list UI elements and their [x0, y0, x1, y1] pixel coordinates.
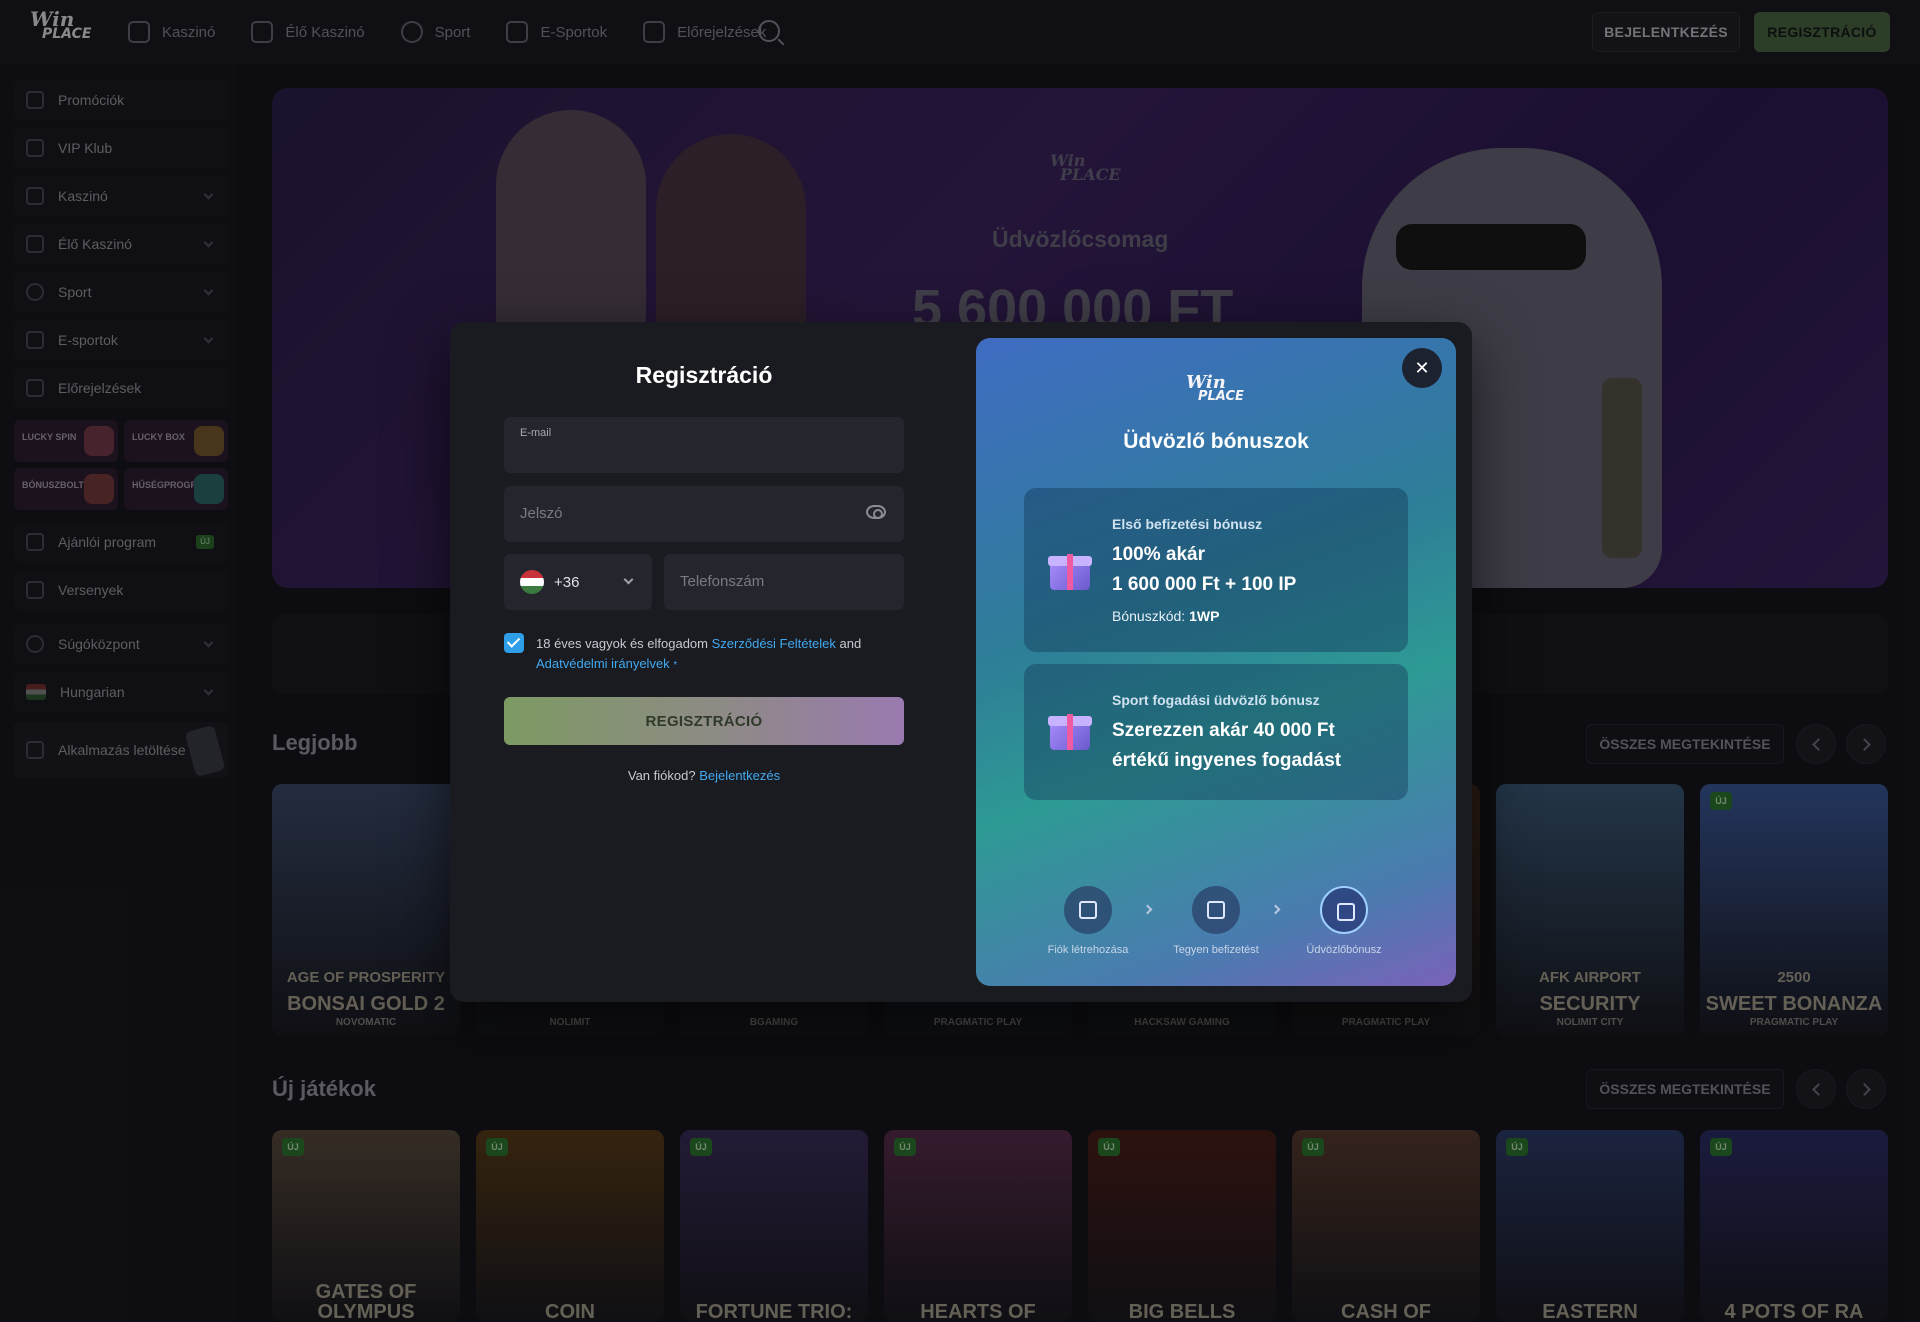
password-placeholder: Jelszó — [520, 505, 563, 522]
bonus-code: Bónuszkód: 1WP — [1112, 608, 1219, 624]
privacy-policy-link[interactable]: Adatvédelmi irányelvek — [536, 656, 670, 671]
email-label: E-mail — [520, 427, 552, 439]
have-account-label: Van fiókod? — [627, 768, 696, 783]
hungary-flag-icon — [520, 570, 544, 594]
bonus-kicker: Első befizetési bónusz — [1112, 516, 1263, 532]
submit-registration-button[interactable]: REGISZTRÁCIÓ — [504, 697, 904, 745]
bonus-line1: Szerezzen akár 40 000 Ft — [1112, 720, 1335, 741]
terms-and: and — [839, 636, 862, 651]
bonus-logo-line2: PLACE — [1198, 389, 1244, 404]
terms-prefix: 18 éves vagyok és elfogadom — [536, 636, 708, 651]
required-marker: * — [673, 660, 678, 671]
gift-icon — [1048, 550, 1092, 590]
email-field[interactable]: E-mail — [504, 417, 904, 473]
eye-icon[interactable] — [866, 505, 886, 519]
bonus-kicker: Sport fogadási üdvözlő bónusz — [1112, 692, 1320, 708]
chevron-right-icon — [1270, 904, 1281, 915]
wallet-icon — [1192, 886, 1240, 934]
login-icon — [1064, 886, 1112, 934]
bonus-panel-title: Üdvözlő bónuszok — [1123, 430, 1309, 453]
bonus-line2: 1 600 000 Ft + 100 IP — [1112, 574, 1297, 595]
email-input[interactable] — [520, 445, 880, 465]
bonus-panel-logo: Win PLACE — [1186, 372, 1250, 416]
step-label: Fiók létrehozása — [1047, 944, 1129, 956]
login-link[interactable]: Bejelentkezés — [699, 768, 780, 783]
close-icon[interactable]: ✕ — [1402, 348, 1442, 388]
step-label: Üdvözlőbónusz — [1306, 944, 1382, 956]
phone-field[interactable]: Telefonszám — [664, 554, 904, 610]
step-label: Tegyen befizetést — [1173, 944, 1259, 956]
bonus-logo-line1: Win — [1186, 372, 1226, 393]
bonus-line2: értékű ingyenes fogadást — [1112, 750, 1342, 771]
chevron-right-icon — [1142, 904, 1153, 915]
deposit-bonus-card: Első befizetési bónusz 100% akár 1 600 0… — [1024, 488, 1408, 652]
terms-text: 18 éves vagyok és elfogadom Szerződési F… — [536, 634, 896, 676]
gift-icon — [1048, 710, 1092, 750]
modal-title: Regisztráció — [635, 362, 773, 388]
terms-conditions-link[interactable]: Szerződési Feltételek — [712, 636, 836, 651]
registration-modal: Regisztráció E-mail Jelszó +36 Telefonsz… — [450, 322, 1472, 1002]
gift-icon — [1320, 886, 1368, 934]
bonus-code-value: 1WP — [1189, 608, 1220, 624]
bonus-line1: 100% akár — [1112, 544, 1205, 565]
country-code-select[interactable]: +36 — [504, 554, 652, 610]
sport-bonus-card: Sport fogadási üdvözlő bónusz Szerezzen … — [1024, 664, 1408, 800]
welcome-bonus-panel: ✕ Win PLACE Üdvözlő bónuszok Első befize… — [976, 338, 1456, 986]
bonus-code-label: Bónuszkód: — [1112, 608, 1186, 624]
country-code-value: +36 — [554, 573, 580, 591]
bonus-steps: Fiók létrehozása Tegyen befizetést Üdvöz… — [976, 886, 1456, 966]
phone-placeholder: Telefonszám — [680, 573, 765, 590]
password-field[interactable]: Jelszó — [504, 486, 904, 542]
chevron-down-icon — [623, 574, 634, 585]
have-account-text: Van fiókod? Bejelentkezés — [450, 768, 958, 783]
terms-checkbox[interactable] — [504, 633, 524, 653]
